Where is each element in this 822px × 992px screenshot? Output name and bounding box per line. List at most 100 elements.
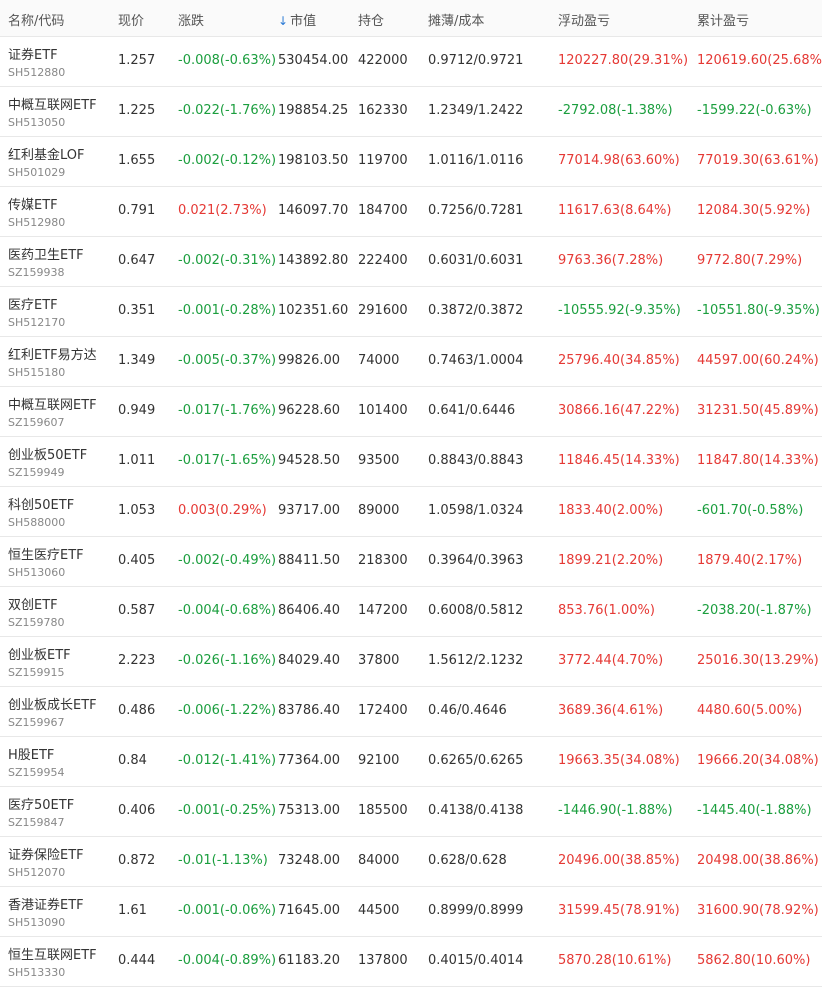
etf-name: H股ETF [8, 748, 55, 763]
holding: 162330 [358, 103, 408, 118]
market-value: 83786.40 [278, 703, 341, 718]
etf-code: SZ159915 [8, 666, 65, 679]
price: 0.949 [118, 403, 156, 418]
market-value: 86406.40 [278, 603, 341, 618]
cost: 1.5612/2.1232 [428, 653, 524, 668]
change: -0.004(-0.68%) [178, 603, 277, 618]
table-row[interactable]: 医疗50ETF SZ159847 0.406 -0.001(-0.25%) 75313.… [0, 787, 822, 837]
change: -0.002(-0.12%) [178, 153, 277, 168]
table-row[interactable]: 传媒ETF SH512980 0.791 0.021(2.73%) 146097.70 1… [0, 187, 822, 237]
cum-pnl: -1599.22(-0.63%) [697, 103, 812, 118]
change: -0.001(-0.06%) [178, 903, 277, 918]
etf-code: SH513060 [8, 566, 66, 579]
etf-code: SZ159607 [8, 416, 65, 429]
etf-name: 创业板成长ETF [8, 698, 97, 713]
table-row[interactable]: 恒生互联网ETF SH513330 0.444 -0.004(-0.89%) 61183… [0, 937, 822, 987]
table-row[interactable]: 创业板50ETF SZ159949 1.011 -0.017(-1.65%) 94528… [0, 437, 822, 487]
holding: 89000 [358, 503, 400, 518]
table-row[interactable]: 创业板ETF SZ159915 2.223 -0.026(-1.16%) 84029.4… [0, 637, 822, 687]
market-value: 198854.25 [278, 103, 349, 118]
etf-code: SH513050 [8, 116, 66, 129]
table-row[interactable]: 医药卫生ETF SZ159938 0.647 -0.002(-0.31%) 143892… [0, 237, 822, 287]
table-row[interactable]: 创业板成长ETF SZ159967 0.486 -0.006(-1.22%) 83786… [0, 687, 822, 737]
cost: 0.46/0.4646 [428, 703, 507, 718]
holding: 101400 [358, 403, 408, 418]
float-pnl: 77014.98(63.60%) [558, 153, 680, 168]
float-pnl: 30866.16(47.22%) [558, 403, 680, 418]
change: -0.022(-1.76%) [178, 103, 277, 118]
header-change[interactable]: 涨跌 [178, 10, 204, 29]
cost: 0.6008/0.5812 [428, 603, 524, 618]
market-value: 93717.00 [278, 503, 341, 518]
header-holding[interactable]: 持仓 [358, 10, 384, 29]
float-pnl: 1899.21(2.20%) [558, 553, 664, 568]
float-pnl: -2792.08(-1.38%) [558, 103, 673, 118]
table-row[interactable]: 证券ETF SH512880 1.257 -0.008(-0.63%) 530454.0… [0, 37, 822, 87]
change: -0.017(-1.76%) [178, 403, 277, 418]
cost: 0.6265/0.6265 [428, 753, 524, 768]
table-row[interactable]: 医疗ETF SH512170 0.351 -0.001(-0.28%) 102351.6… [0, 287, 822, 337]
change: -0.002(-0.31%) [178, 253, 277, 268]
cost: 1.0116/1.0116 [428, 153, 524, 168]
header-cum-pnl[interactable]: 累计盈亏 [697, 10, 749, 29]
etf-name: 科创50ETF [8, 498, 75, 513]
cum-pnl: 120619.60(25.68%) [697, 53, 822, 68]
table-row[interactable]: 证券保险ETF SH512070 0.872 -0.01(-1.13%) 73248.0… [0, 837, 822, 887]
cost: 0.6031/0.6031 [428, 253, 524, 268]
cum-pnl: 25016.30(13.29%) [697, 653, 819, 668]
market-value: 75313.00 [278, 803, 341, 818]
table-row[interactable]: 科创50ETF SH588000 1.053 0.003(0.29%) 93717.00… [0, 487, 822, 537]
change: -0.005(-0.37%) [178, 353, 277, 368]
holding: 37800 [358, 653, 400, 668]
cum-pnl: 9772.80(7.29%) [697, 253, 803, 268]
header-name[interactable]: 名称/代码 [8, 10, 64, 29]
header-cost[interactable]: 摊薄/成本 [428, 10, 484, 29]
float-pnl: 3689.36(4.61%) [558, 703, 664, 718]
change: -0.01(-1.13%) [178, 853, 268, 868]
header-float-pnl[interactable]: 浮动盈亏 [558, 10, 610, 29]
cost: 0.7256/0.7281 [428, 203, 524, 218]
table-row[interactable]: 中概互联网ETF SH513050 1.225 -0.022(-1.76%) 19885… [0, 87, 822, 137]
price: 0.486 [118, 703, 156, 718]
cum-pnl: -10551.80(-9.35%) [697, 303, 820, 318]
cum-pnl: 20498.00(38.86%) [697, 853, 819, 868]
market-value: 77364.00 [278, 753, 341, 768]
etf-name: 创业板50ETF [8, 448, 88, 463]
table-row[interactable]: 双创ETF SZ159780 0.587 -0.004(-0.68%) 86406.40… [0, 587, 822, 637]
price: 0.405 [118, 553, 156, 568]
market-value: 84029.40 [278, 653, 341, 668]
table-row[interactable]: 红利ETF易方达 SH515180 1.349 -0.005(-0.37%) 99826… [0, 337, 822, 387]
header-price[interactable]: 现价 [118, 10, 144, 29]
table-row[interactable]: H股ETF SZ159954 0.84 -0.012(-1.41%) 77364.00 9… [0, 737, 822, 787]
table-row[interactable]: 恒生医疗ETF SH513060 0.405 -0.002(-0.49%) 88411.… [0, 537, 822, 587]
etf-name: 双创ETF [8, 598, 58, 613]
etf-code: SZ159949 [8, 466, 65, 479]
cost: 0.7463/1.0004 [428, 353, 524, 368]
price: 1.655 [118, 153, 156, 168]
price: 1.61 [118, 903, 147, 918]
etf-name: 证券保险ETF [8, 848, 84, 863]
etf-code: SH513090 [8, 916, 66, 929]
price: 2.223 [118, 653, 156, 668]
cum-pnl: -1445.40(-1.88%) [697, 803, 812, 818]
etf-code: SZ159938 [8, 266, 65, 279]
price: 0.406 [118, 803, 156, 818]
change: 0.021(2.73%) [178, 203, 267, 218]
market-value: 530454.00 [278, 53, 349, 68]
cum-pnl: 31231.50(45.89%) [697, 403, 819, 418]
market-value: 102351.60 [278, 303, 349, 318]
etf-name: 中概互联网ETF [8, 398, 97, 413]
table-row[interactable]: 中概互联网ETF SZ159607 0.949 -0.017(-1.76%) 96228… [0, 387, 822, 437]
sort-down-arrow-icon: ↓ [278, 14, 289, 28]
float-pnl: 120227.80(29.31%) [558, 53, 689, 68]
cum-pnl: 5862.80(10.60%) [697, 953, 811, 968]
header-market-value[interactable]: ↓ 市值 [278, 10, 316, 29]
etf-code: SH513330 [8, 966, 66, 979]
holding: 44500 [358, 903, 400, 918]
cost: 0.4015/0.4014 [428, 953, 524, 968]
table-row[interactable]: 香港证券ETF SH513090 1.61 -0.001(-0.06%) 71645.0… [0, 887, 822, 937]
price: 0.872 [118, 853, 156, 868]
etf-code: SZ159954 [8, 766, 65, 779]
table-row[interactable]: 红利基金LOF SH501029 1.655 -0.002(-0.12%) 198103… [0, 137, 822, 187]
table-header: 名称/代码 现价 涨跌 ↓ 市值 持仓 摊薄/成本 浮动盈亏 累计盈亏 [0, 0, 822, 37]
